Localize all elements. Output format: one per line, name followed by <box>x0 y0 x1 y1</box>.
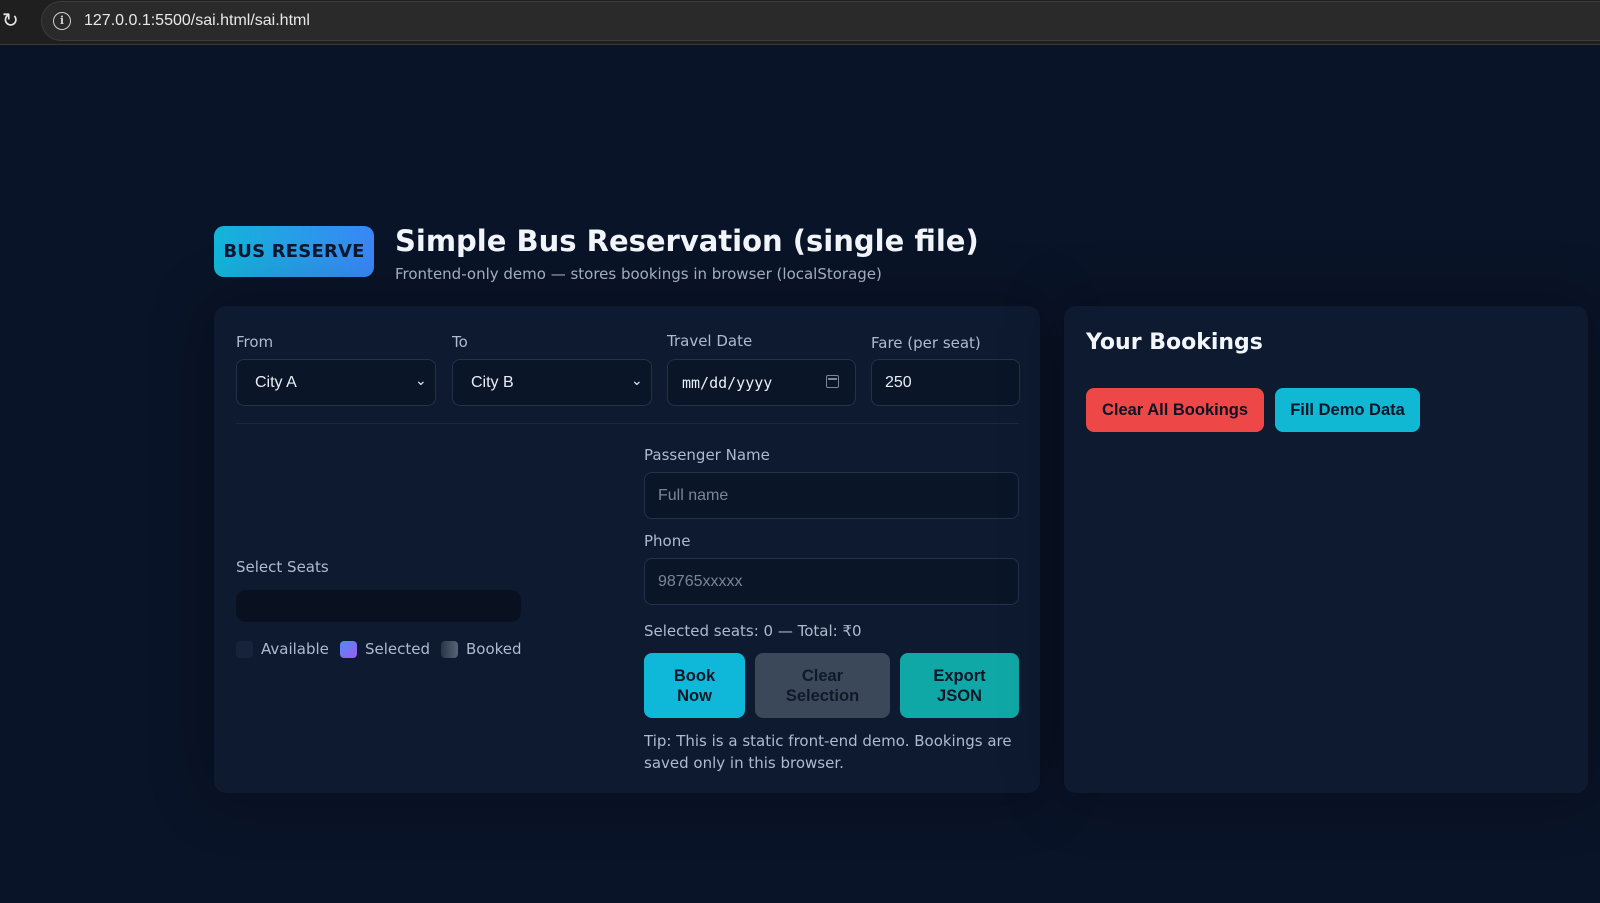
legend-available: Available <box>236 640 329 658</box>
legend-selected: Selected <box>340 640 430 658</box>
fare-label: Fare (per seat) <box>871 334 981 352</box>
clear-all-bookings-button[interactable]: Clear All Bookings <box>1086 388 1264 432</box>
legend-booked: Booked <box>441 640 522 658</box>
tip-text: Tip: This is a static front-end demo. Bo… <box>644 732 1012 772</box>
clear-selection-label: Clear Selection <box>785 666 860 705</box>
fare-input[interactable]: 250 <box>871 359 1020 406</box>
phone-label: Phone <box>644 532 691 550</box>
from-label: From <box>236 333 274 351</box>
calendar-icon[interactable] <box>826 375 839 388</box>
travel-date-label: Travel Date <box>667 332 753 350</box>
to-label: To <box>452 333 468 351</box>
legend-available-label: Available <box>261 640 329 658</box>
divider <box>236 423 1019 424</box>
legend-selected-label: Selected <box>365 640 431 658</box>
to-value: City B <box>471 373 514 391</box>
to-select[interactable]: City B ⌄ <box>452 359 652 406</box>
book-now-label: Book Now <box>673 666 716 705</box>
phone-input[interactable] <box>644 558 1019 605</box>
date-placeholder: mm/dd/yyyy <box>682 373 773 392</box>
export-json-button[interactable]: Export JSON <box>900 653 1019 718</box>
page-subtitle: Frontend-only demo — stores bookings in … <box>395 265 882 283</box>
legend-booked-label: Booked <box>466 640 522 658</box>
address-bar[interactable]: i 127.0.0.1:5500/sai.html/sai.html <box>41 1 1600 41</box>
travel-date-input[interactable]: mm/dd/yyyy <box>667 359 856 406</box>
fare-value: 250 <box>885 373 912 391</box>
clear-selection-button[interactable]: Clear Selection <box>755 653 890 718</box>
export-json-label: Export JSON <box>933 666 986 705</box>
from-select[interactable]: City A ⌄ <box>236 359 436 406</box>
fill-demo-data-button[interactable]: Fill Demo Data <box>1275 388 1420 432</box>
from-value: City A <box>255 373 297 391</box>
url-text: 127.0.0.1:5500/sai.html/sai.html <box>84 12 310 29</box>
seat-map[interactable] <box>236 590 521 622</box>
chevron-down-icon: ⌄ <box>415 372 427 388</box>
selection-summary: Selected seats: 0 — Total: ₹0 <box>644 622 862 640</box>
site-info-icon[interactable]: i <box>53 12 71 30</box>
logo-badge: BUS RESERVE <box>214 226 374 277</box>
booked-swatch <box>441 640 458 658</box>
page-title: Simple Bus Reservation (single file) <box>395 224 979 258</box>
book-now-button[interactable]: Book Now <box>644 653 745 718</box>
passenger-name-input[interactable] <box>644 472 1019 519</box>
selected-swatch <box>340 640 357 658</box>
browser-toolbar: ↻ i 127.0.0.1:5500/sai.html/sai.html <box>0 0 1600 45</box>
bookings-title: Your Bookings <box>1086 330 1263 355</box>
select-seats-label: Select Seats <box>236 558 329 576</box>
bookings-panel <box>1064 306 1588 793</box>
chevron-down-icon: ⌄ <box>631 372 643 388</box>
passenger-name-label: Passenger Name <box>644 446 770 464</box>
available-swatch <box>236 640 253 658</box>
reload-icon[interactable]: ↻ <box>2 10 22 30</box>
